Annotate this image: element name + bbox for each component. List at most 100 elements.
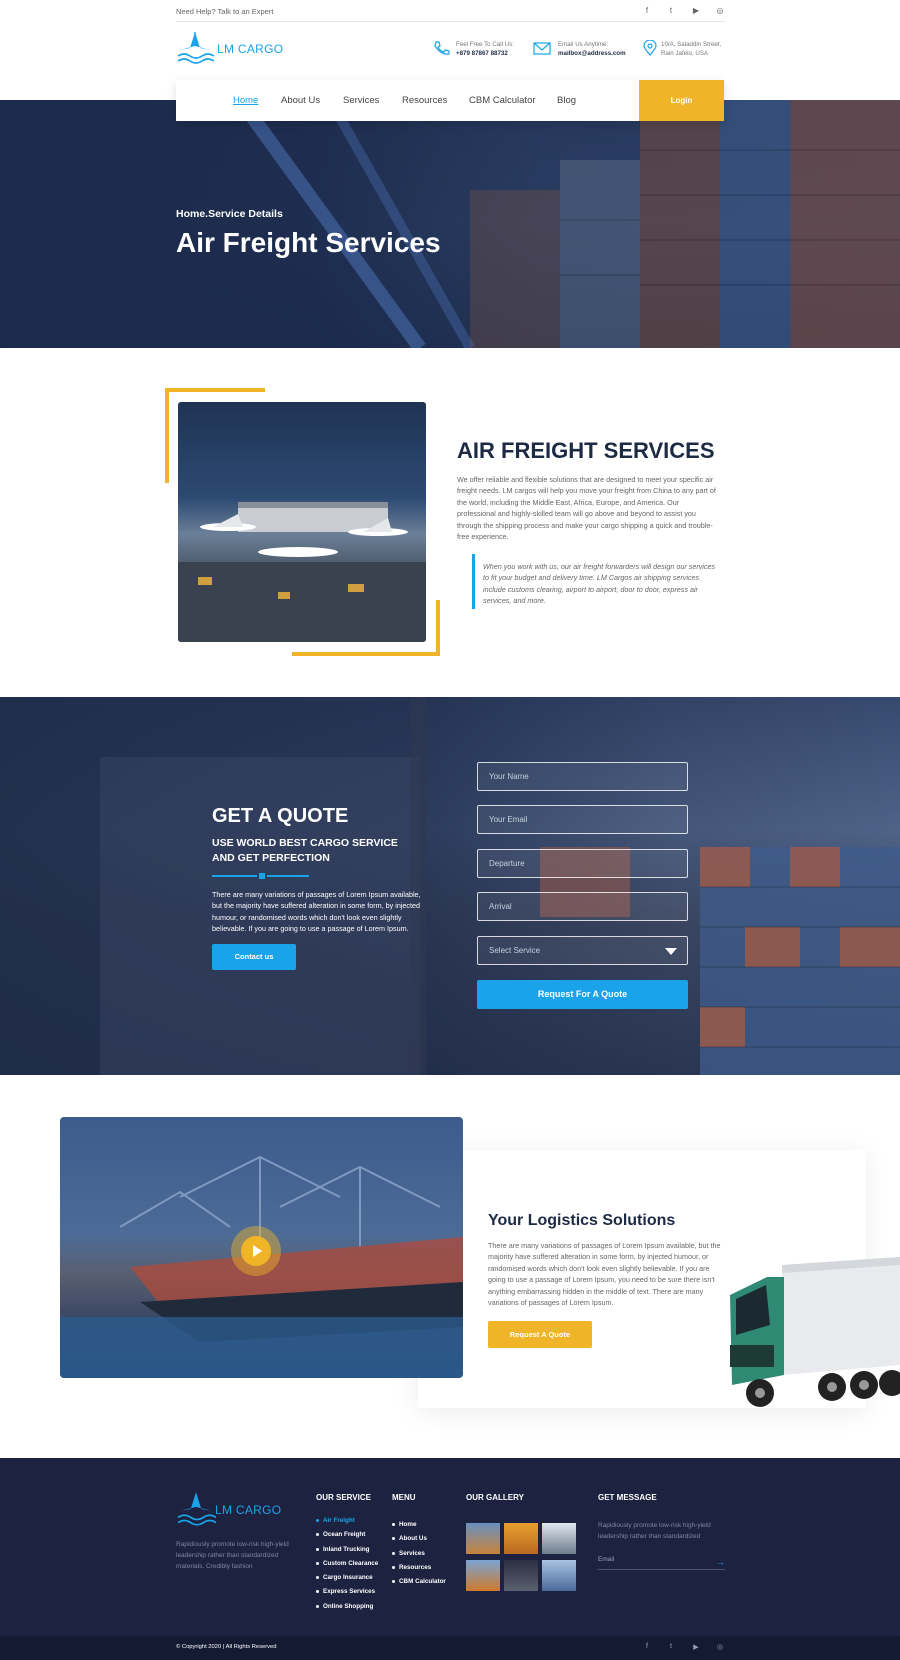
hero-banner	[0, 100, 900, 348]
ship-logo-icon	[177, 32, 214, 64]
footer-service-heading: OUR SERVICE	[316, 1493, 371, 1502]
logo-text: LM CARGO	[217, 42, 284, 56]
quote-section	[0, 697, 900, 1075]
nav-services[interactable]: Services	[343, 95, 379, 106]
ship-logo-icon	[177, 1492, 216, 1526]
airport-illustration	[178, 502, 426, 642]
contact-value: +879 87867 88732	[456, 50, 508, 57]
logo[interactable]: LM CARGO	[176, 30, 286, 68]
footer-service-list: Air Freight Ocean Freight Inland Truckin…	[316, 1517, 378, 1617]
request-a-quote-button[interactable]: Request A Quote	[488, 1321, 592, 1348]
divider	[212, 875, 257, 877]
footer-menu-resources[interactable]: Resources	[392, 1564, 446, 1571]
arrival-field[interactable]: Arrival	[477, 892, 688, 921]
departure-field[interactable]: Departure	[477, 849, 688, 878]
logo-text: LM CARGO	[215, 1503, 282, 1517]
contact-label: Feel Free To Call Us:	[456, 41, 514, 48]
service-description: We offer reliable and flexible solutions…	[457, 475, 716, 542]
request-quote-button[interactable]: Request For A Quote	[477, 980, 688, 1009]
footer-link-cargo-insurance[interactable]: Cargo Insurance	[316, 1574, 378, 1581]
page-title: Air Freight Services	[176, 227, 441, 258]
youtube-icon[interactable]: ▶	[690, 6, 702, 15]
help-text: Need Help? Talk to an Expert	[176, 7, 274, 16]
play-button-inner[interactable]	[241, 1236, 271, 1266]
email-placeholder: Email	[598, 1556, 615, 1563]
name-field[interactable]: Your Name	[477, 762, 688, 791]
address-line2: Rain Jafelo, USA	[661, 50, 709, 57]
youtube-icon[interactable]: ▶	[690, 1643, 702, 1651]
decor-frame	[165, 388, 169, 483]
nav-cbm-calculator[interactable]: CBM Calculator	[469, 95, 536, 106]
location-icon	[643, 40, 657, 56]
service-select[interactable]: Select Service	[477, 936, 688, 965]
footer-gallery-heading: OUR GALLERY	[466, 1493, 524, 1502]
arrow-right-icon[interactable]: →	[716, 1557, 725, 1567]
logistics-text: There are many variations of passages of…	[488, 1241, 721, 1308]
phone-icon	[434, 41, 450, 55]
port-illustration	[100, 697, 900, 1075]
divider	[176, 21, 725, 22]
quote-title: GET A QUOTE	[212, 805, 349, 827]
decor-frame	[292, 652, 440, 656]
instagram-icon[interactable]: ◎	[714, 1643, 726, 1651]
footer-link-online-shopping[interactable]: Online Shopping	[316, 1603, 378, 1610]
nav-home[interactable]: Home	[233, 95, 258, 106]
instagram-icon[interactable]: ◎	[714, 6, 726, 15]
newsletter-email-input[interactable]: Email →	[598, 1556, 725, 1570]
contact-us-button[interactable]: Contact us	[212, 944, 296, 970]
decor-frame	[436, 600, 440, 656]
footer-logo[interactable]: LM CARGO	[176, 1490, 286, 1530]
contact-value: mailbox@address.com	[558, 50, 626, 57]
divider	[267, 875, 309, 877]
copyright: © Copyright 2020 | All Rights Reserved	[176, 1644, 277, 1650]
facebook-icon[interactable]: f	[641, 1643, 653, 1650]
email-field[interactable]: Your Email	[477, 805, 688, 834]
airport-image	[178, 402, 426, 642]
quote-accent-bar	[472, 554, 475, 609]
twitter-icon[interactable]: t	[665, 1643, 677, 1650]
footer-menu-cbm-calculator[interactable]: CBM Calculator	[392, 1578, 446, 1585]
footer-menu-about-us[interactable]: About Us	[392, 1535, 446, 1542]
facebook-icon[interactable]: f	[641, 6, 653, 15]
twitter-icon[interactable]: t	[665, 6, 677, 15]
gallery-image[interactable]	[504, 1523, 538, 1554]
service-select-value: Select Service	[489, 946, 541, 955]
footer-link-custom-clearance[interactable]: Custom Clearance	[316, 1560, 378, 1567]
containers-illustration	[234, 100, 900, 348]
footer-bottom-bar	[0, 1636, 900, 1660]
nav-blog[interactable]: Blog	[557, 95, 576, 106]
divider	[259, 873, 265, 879]
gallery-image[interactable]	[542, 1523, 576, 1554]
top-bar: Need Help? Talk to an Expert f t ▶ ◎	[0, 0, 900, 22]
decor-frame	[165, 388, 265, 392]
main-nav: Home About Us Services Resources CBM Cal…	[176, 80, 724, 121]
quote-text: There are many variations of passages of…	[212, 890, 421, 934]
nav-resources[interactable]: Resources	[402, 95, 447, 106]
login-button[interactable]: Login	[639, 80, 724, 121]
service-title: AIR FREIGHT SERVICES	[457, 438, 715, 463]
play-icon	[253, 1245, 262, 1257]
gallery-image[interactable]	[542, 1560, 576, 1591]
footer-menu-list: Home About Us Services Resources CBM Cal…	[392, 1521, 446, 1592]
footer-link-express-services[interactable]: Express Services	[316, 1588, 378, 1595]
footer-message-heading: GET MESSAGE	[598, 1493, 657, 1502]
footer-link-inland-trucking[interactable]: Inland Trucking	[316, 1546, 378, 1553]
footer-description: Rapidiously promote low-risk high-yield …	[176, 1541, 289, 1570]
footer-message-text: Rapidiously promote low-risk high-yield …	[598, 1522, 711, 1540]
gallery-image[interactable]	[504, 1560, 538, 1591]
quote-subtitle: USE WORLD BEST CARGO SERVICE AND GET PER…	[212, 837, 398, 864]
gallery-image[interactable]	[466, 1560, 500, 1591]
gallery-image[interactable]	[466, 1523, 500, 1554]
footer-link-ocean-freight[interactable]: Ocean Freight	[316, 1531, 378, 1538]
footer-menu-services[interactable]: Services	[392, 1550, 446, 1557]
nav-about-us[interactable]: About Us	[281, 95, 320, 106]
breadcrumb: Home.Service Details	[176, 208, 283, 220]
contact-label: Email Us Anytime:	[558, 41, 609, 48]
footer-link-air-freight[interactable]: Air Freight	[316, 1517, 378, 1524]
truck-image	[730, 1257, 900, 1407]
footer-menu-home[interactable]: Home	[392, 1521, 446, 1528]
chevron-down-icon	[665, 948, 677, 955]
mail-icon	[533, 42, 551, 55]
service-quote: When you work with us, our air freight f…	[483, 562, 716, 606]
logistics-title: Your Logistics Solutions	[488, 1212, 676, 1229]
